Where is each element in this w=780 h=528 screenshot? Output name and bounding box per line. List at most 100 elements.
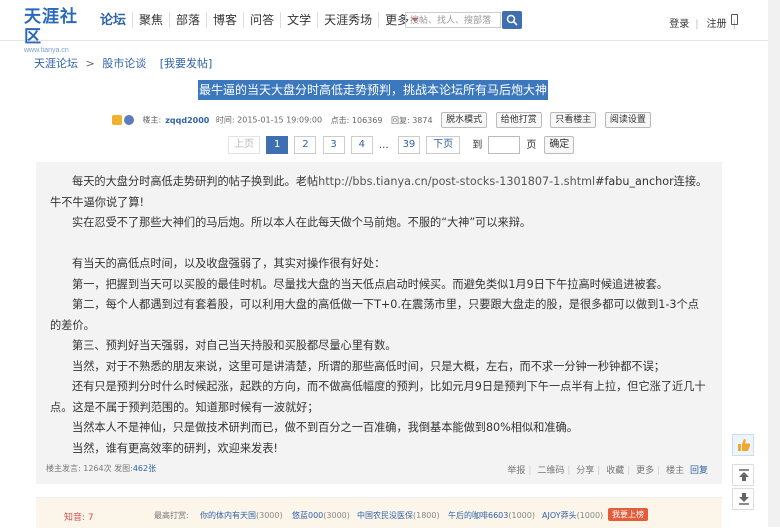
paragraph: 当然，对于不熟悉的朋友来说，这里可是讲清楚，所谓的那些高低时间，只是大概，左右，… (72, 359, 665, 373)
nav-literature[interactable]: 文学 (280, 12, 317, 28)
share-link[interactable]: 分享 (576, 466, 594, 476)
paragraph: 有当天的高低点时间，以及收盘强弱了，其实对操作很有好处： (72, 257, 386, 270)
breadcrumb-board[interactable]: 股市论谈 (102, 57, 146, 70)
post-title: 最牛逼的当天大盘分时高低走势预判，挑战本论坛所有马后炮大神 (198, 80, 548, 100)
tipper-name[interactable]: 你的体内有天国 (200, 511, 256, 520)
tipper-name[interactable]: AJOY莽头 (542, 511, 577, 520)
paragraph: 实在忍受不了那些大神们的马后炮。所以本人在此每天做个马前炮。不服的“大神”可以来… (72, 216, 532, 229)
page-number-input[interactable] (488, 136, 521, 154)
paragraph: 第二，每个人都遇到过有套着股，可以利用大盘的高低做一下T+0.在震荡市里，只要跟… (50, 298, 699, 332)
tipper-name[interactable]: 午后的咖啡6603 (448, 511, 508, 520)
goto-confirm-button[interactable]: 确定 (544, 136, 575, 154)
breadcrumb: 天涯论坛 > 股市论谈 [我要发帖] (34, 55, 216, 71)
like-button[interactable] (732, 434, 754, 456)
image-count[interactable]: 462张 (133, 464, 156, 473)
divider: | (695, 19, 699, 30)
author-avatar[interactable] (124, 114, 134, 125)
scroll-bottom-icon (739, 493, 749, 505)
tipper-item[interactable]: 午后的咖啡6603(1000) (448, 510, 535, 521)
tipper-item[interactable]: 你的体内有天国(3000) (200, 510, 283, 521)
post-actions: 举报 | 二维码 | 分享 | 收藏 | 更多 | 楼主 回复 (504, 463, 708, 476)
logo-text: 天涯社区 (24, 7, 78, 46)
author-only-button[interactable]: 只看楼主 (550, 112, 597, 128)
more-link[interactable]: 更多 (636, 466, 654, 476)
author-label: 楼主: (142, 115, 162, 125)
scroll-bottom-button[interactable] (732, 488, 754, 510)
author-stats: 楼主发言: 1264次 发图:462张 (46, 463, 156, 474)
search-icon (506, 14, 518, 26)
breadcrumb-root[interactable]: 天涯论坛 (34, 57, 78, 70)
new-post-link[interactable]: [我要发帖] (160, 57, 213, 70)
favorite-link[interactable]: 收藏 (606, 466, 624, 476)
paragraph: 还有只是预判分时什么时候起涨，起跌的方向，而不做高低幅度的预判，比如元月9日是预… (50, 380, 706, 414)
main-nav: 论坛 聚焦 部落 博客 问答 文学 天涯秀场 更多 (94, 12, 424, 30)
text: 每天的大盘分时高低走势研判的帖子换到此。老帖 (72, 175, 319, 188)
goto-label: 到 (472, 140, 483, 151)
page-4[interactable]: 4 (350, 136, 373, 154)
scrollbar[interactable] (768, 0, 780, 527)
tip-amount: (3000) (256, 511, 283, 520)
report-link[interactable]: 举报 (507, 466, 525, 476)
login-link[interactable]: 登录 (669, 19, 689, 30)
divider: | (657, 466, 661, 476)
tip-bar: 知音: 7 最高打赏: 你的体内有天国(3000) 悠蓝000(3000) 中国… (36, 497, 722, 528)
tipper-item[interactable]: AJOY莽头(1000) (542, 510, 603, 521)
search-input[interactable]: 搜帖、找人、搜部落 (405, 12, 501, 28)
scroll-top-icon (739, 469, 749, 481)
nav-blog[interactable]: 博客 (206, 12, 243, 28)
nav-forum[interactable]: 论坛 (94, 13, 132, 29)
tip-author-button[interactable]: 给他打赏 (495, 112, 542, 128)
divider: | (528, 466, 532, 476)
author-floor-link[interactable]: 楼主 (666, 466, 684, 476)
tip-amount: (3000) (323, 511, 350, 520)
post-meta: 楼主: zqqd2000 时间: 2015-01-15 19:09:00 点击: … (112, 112, 651, 130)
divider: | (597, 466, 601, 476)
top-bar: 天涯社区 www.tianya.cn 论坛 聚焦 部落 博客 问答 文学 天涯秀场 更多 搜帖… (0, 0, 780, 54)
next-page-button[interactable]: 下页 (426, 136, 461, 154)
nav-focus[interactable]: 聚焦 (132, 12, 169, 28)
breadcrumb-sep: > (85, 57, 95, 70)
register-link[interactable]: 注册 (707, 19, 727, 30)
tip-amount: (1000) (508, 511, 535, 520)
tipper-item[interactable]: 悠蓝000(3000) (292, 510, 350, 521)
nav-tribe[interactable]: 部落 (169, 12, 206, 28)
page-2[interactable]: 2 (294, 136, 317, 154)
page-ellipsis: … (378, 140, 389, 151)
divider: | (567, 466, 571, 476)
nav-qa[interactable]: 问答 (243, 12, 280, 28)
divider: | (627, 466, 631, 476)
logo-url: www.tianya.cn (24, 47, 69, 54)
reply-count: 回复: 3874 (390, 115, 433, 125)
paragraph: 当然，谁有更高效率的研判，欢迎来发表! (72, 441, 278, 455)
qrcode-link[interactable]: 二维码 (537, 466, 564, 476)
paragraph: 第三、预判好当天强弱，对自己当天持股和买股都尽量心里有数。 (72, 339, 397, 352)
paragraph: 每天的大盘分时高低走势研判的帖子换到此。老帖http://bbs.tianya.… (50, 172, 710, 213)
tip-amount: (1800) (413, 511, 440, 520)
search-button[interactable] (502, 11, 522, 29)
prev-page-button[interactable]: 上页 (228, 136, 260, 154)
tipper-name[interactable]: 悠蓝000 (292, 511, 323, 520)
dehydrate-mode-button[interactable]: 脱水模式 (441, 112, 488, 128)
tip-amount: (1000) (576, 511, 604, 520)
scroll-top-button[interactable] (732, 464, 754, 486)
reading-settings-button[interactable]: 阅读设置 (604, 112, 651, 128)
mobile-icon[interactable] (731, 14, 738, 25)
tianya-logo[interactable]: 天涯社区 www.tianya.cn (24, 7, 92, 54)
zhiyin-count: 知音: 7 (64, 513, 94, 523)
tipper-item[interactable]: 中国农民没医保(1800) (357, 510, 440, 521)
reply-link[interactable]: 回复 (690, 466, 708, 476)
author-badge-icon (112, 114, 122, 125)
post-time: 时间: 2015-01-15 19:09:00 (215, 115, 323, 125)
tipper-name[interactable]: 中国农民没医保 (357, 511, 413, 520)
nav-show[interactable]: 天涯秀场 (317, 12, 378, 28)
top-tip-label: 最高打赏: (154, 511, 189, 520)
reward-button[interactable]: 我要上榜 (608, 508, 648, 521)
click-count: 点击: 106369 (330, 115, 383, 125)
author-name[interactable]: zqqd2000 (165, 116, 209, 125)
page-3[interactable]: 3 (322, 136, 345, 154)
thumb-up-icon (738, 439, 751, 451)
page-last[interactable]: 39 (397, 136, 420, 154)
page-1[interactable]: 1 (266, 136, 289, 154)
old-post-link[interactable]: http://bbs.tianya.cn/post-stocks-1301807… (318, 175, 595, 188)
